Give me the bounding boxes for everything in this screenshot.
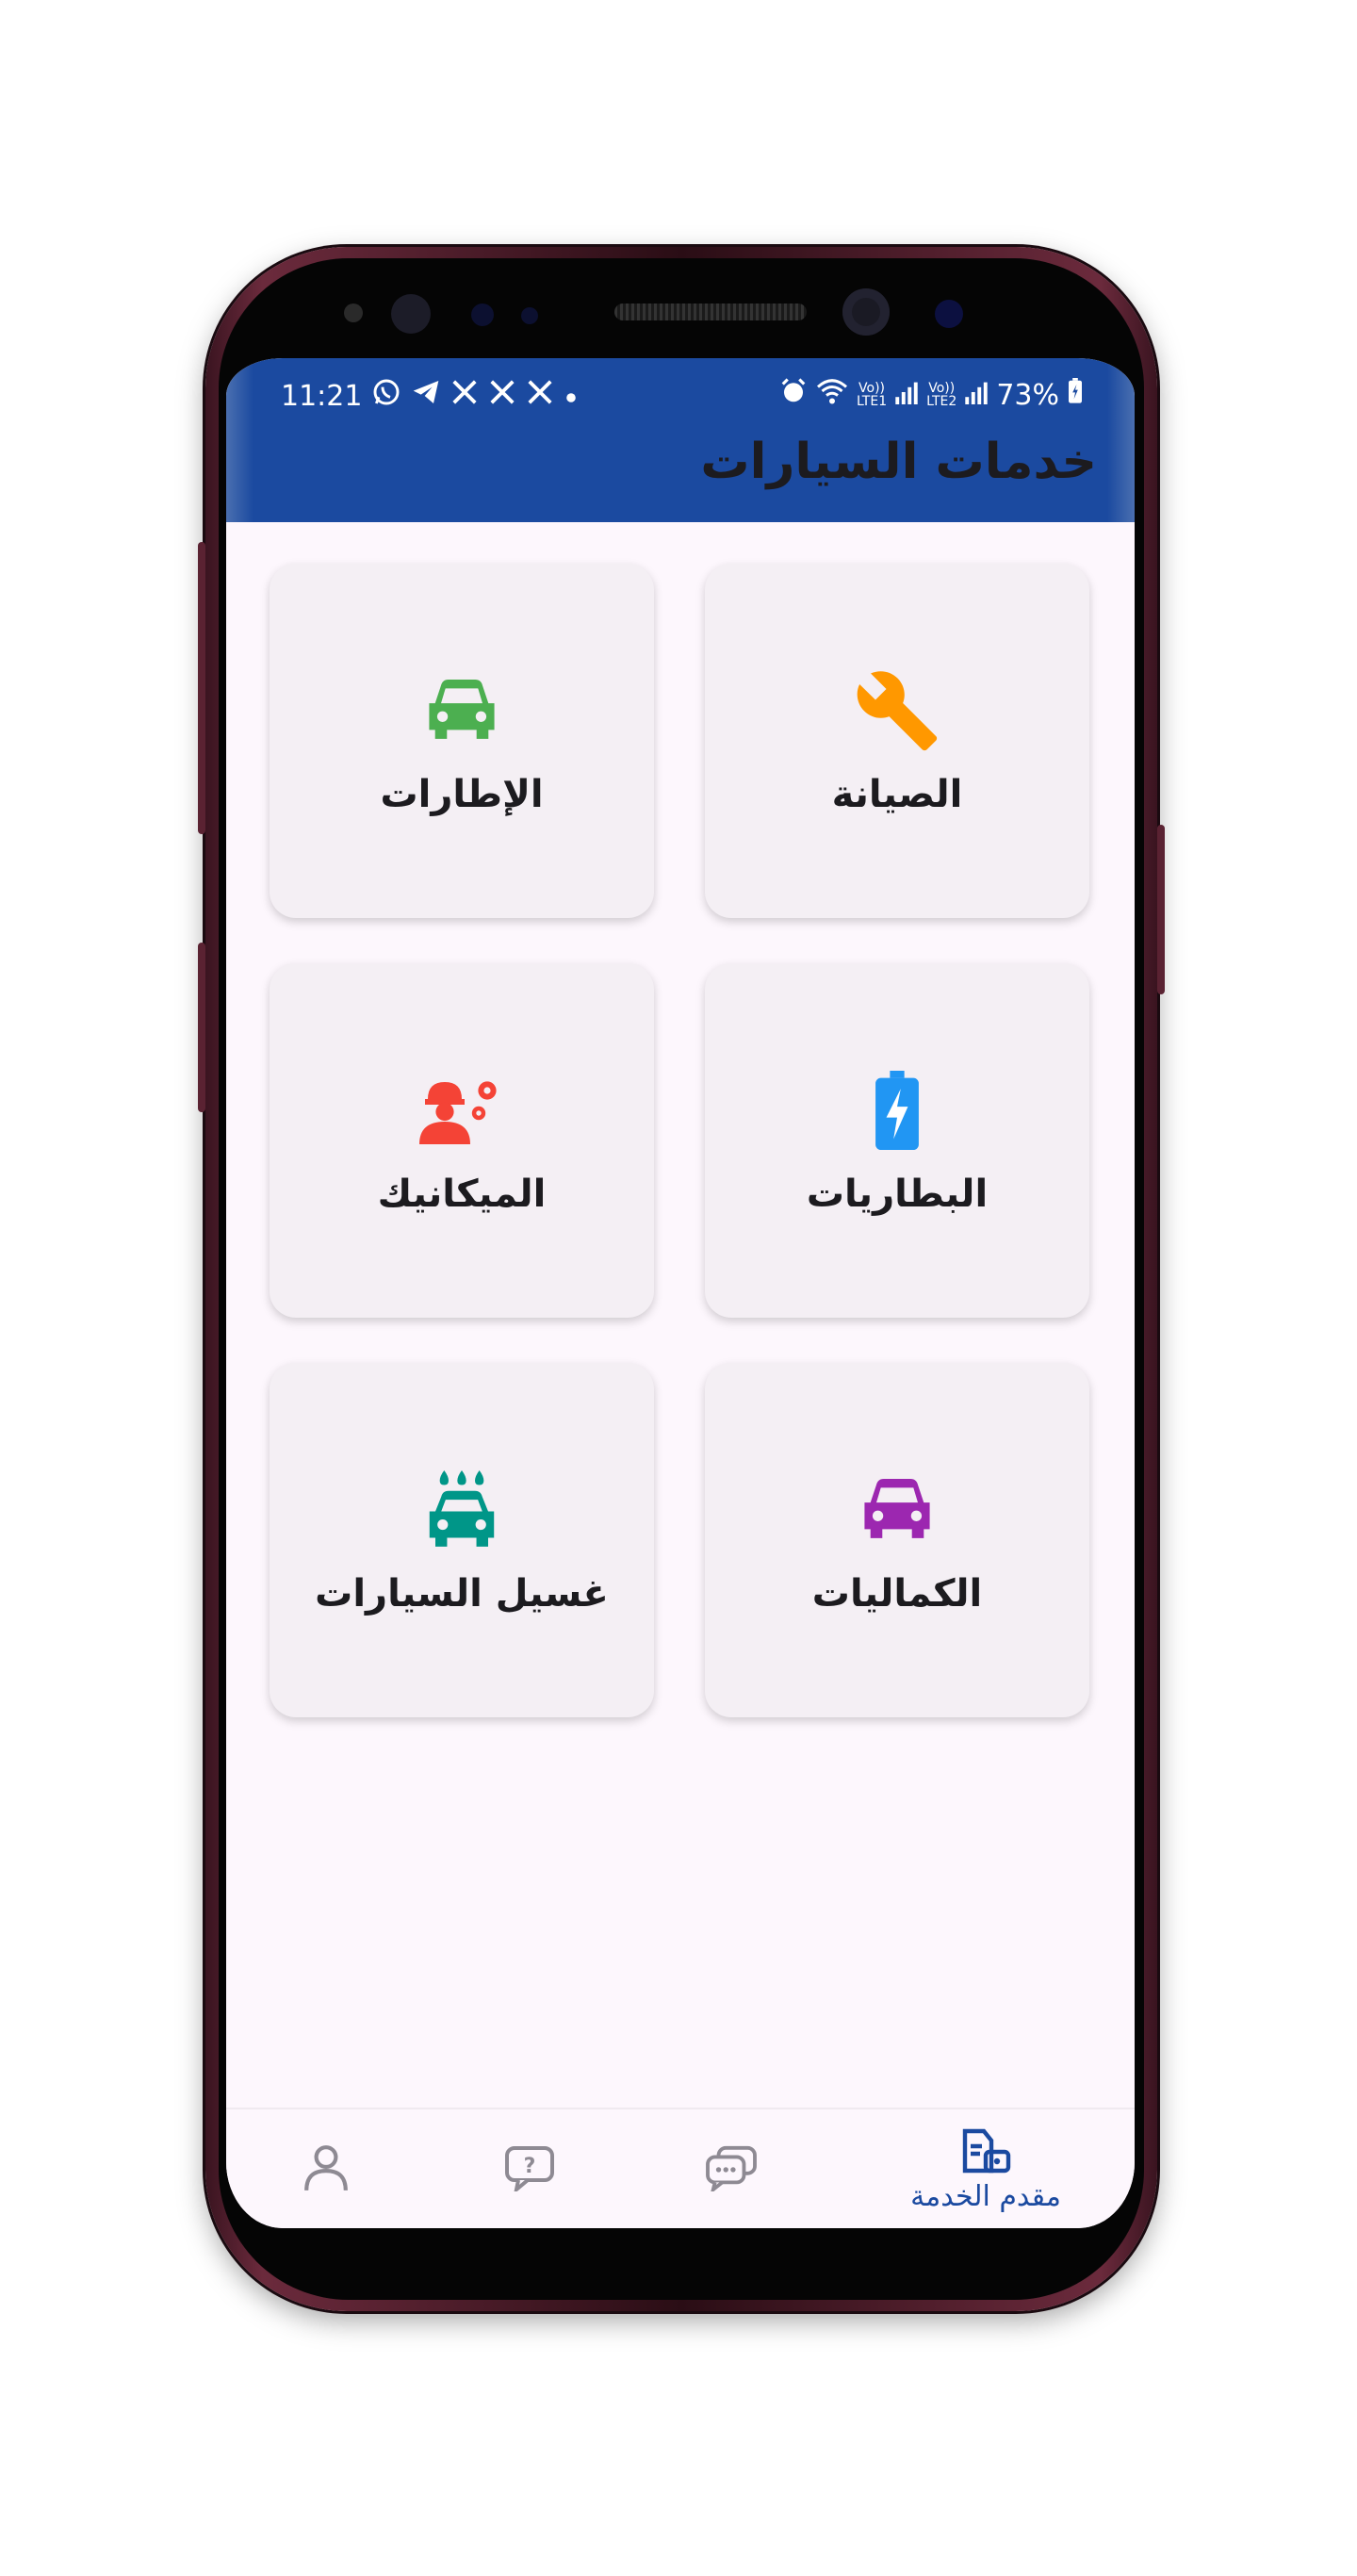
service-provider-icon <box>959 2127 1012 2178</box>
service-card-maintenance[interactable]: الصيانة <box>705 564 1089 918</box>
car-icon <box>852 1465 942 1555</box>
service-card-accessories[interactable]: الكماليات <box>705 1363 1089 1717</box>
service-label: غسيل السيارات <box>315 1572 609 1616</box>
svg-text:?: ? <box>524 2155 536 2178</box>
proximity-sensor <box>471 304 494 326</box>
page-title: خدمات السيارات <box>700 434 1097 490</box>
battery-charging-icon <box>852 1065 942 1156</box>
nav-chat[interactable] <box>637 2109 826 2228</box>
service-label: الإطارات <box>380 773 544 816</box>
service-card-batteries[interactable]: البطاريات <box>705 963 1089 1318</box>
earpiece-speaker <box>614 304 807 320</box>
service-card-car-wash[interactable]: غسيل السيارات <box>270 1363 654 1717</box>
car-wash-icon <box>417 1465 507 1555</box>
status-left: 11:21 <box>281 377 579 415</box>
help-icon: ? <box>503 2144 556 2195</box>
service-label: الصيانة <box>831 773 963 816</box>
nav-label: مقدم الخدمة <box>910 2179 1061 2213</box>
nav-service-provider[interactable]: مقدم الخدمة <box>891 2109 1080 2228</box>
service-card-tires[interactable]: الإطارات <box>270 564 654 918</box>
nav-help[interactable]: ? <box>435 2109 624 2228</box>
sensor-dot <box>344 304 363 322</box>
nav-profile[interactable] <box>232 2109 420 2228</box>
telegram-icon <box>411 377 441 415</box>
service-label: الكماليات <box>811 1572 983 1616</box>
light-sensor <box>521 307 538 324</box>
car-icon <box>417 665 507 756</box>
status-time: 11:21 <box>281 379 363 413</box>
x-icon <box>450 378 479 414</box>
volume-up-button <box>198 542 205 834</box>
alarm-icon <box>779 377 808 413</box>
service-label: الميكانيك <box>377 1173 547 1216</box>
app-screen: 11:21 Vo)) LTE1 Vo)) LTE2 73% خدمات السي… <box>226 358 1135 2228</box>
signal-icon <box>894 379 919 412</box>
service-card-mechanic[interactable]: الميكانيك <box>270 963 654 1318</box>
mechanic-icon <box>417 1065 507 1156</box>
sim2-label: LTE2 <box>926 394 957 409</box>
wifi-icon <box>815 377 849 413</box>
person-icon <box>302 2143 350 2196</box>
dot-icon <box>564 380 579 413</box>
whatsapp-icon <box>371 377 401 415</box>
status-right: Vo)) LTE1 Vo)) LTE2 73% <box>779 377 1084 413</box>
chat-icon <box>704 2144 759 2195</box>
x-icon <box>488 378 516 414</box>
bixby-button <box>198 943 205 1112</box>
battery-percent: 73% <box>996 378 1059 412</box>
service-label: البطاريات <box>806 1173 989 1216</box>
signal-icon <box>964 379 989 412</box>
battery-icon <box>1067 378 1084 412</box>
iris-sensor <box>391 294 431 334</box>
front-camera <box>842 288 890 336</box>
bottom-navigation: مقدم الخدمة ? <box>226 2108 1135 2228</box>
wrench-icon <box>852 665 942 756</box>
status-bar: 11:21 Vo)) LTE1 Vo)) LTE2 73% <box>226 368 1135 420</box>
power-button <box>1157 825 1165 994</box>
x-icon <box>526 378 554 414</box>
sim2-network: Vo)) LTE2 <box>926 382 956 408</box>
sim1-network: Vo)) LTE1 <box>857 382 887 408</box>
sim1-label: LTE1 <box>856 394 888 409</box>
iris-camera <box>935 300 963 328</box>
app-bar: 11:21 Vo)) LTE1 Vo)) LTE2 73% خدمات السي… <box>226 358 1135 522</box>
